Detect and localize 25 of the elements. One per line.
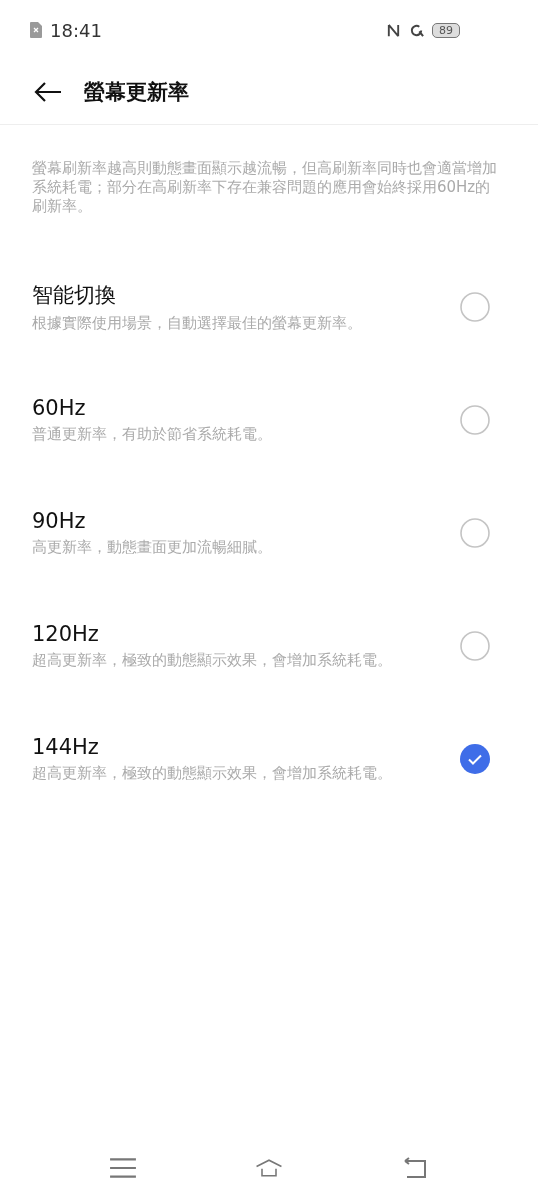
option-subtitle: 根據實際使用場景，自動選擇最佳的螢幕更新率。	[32, 312, 363, 333]
status-time: 18:41	[50, 19, 102, 41]
option-title[interactable]: 144Hz	[32, 734, 460, 759]
option-subtitle: 高更新率，動態畫面更加流暢細膩。	[32, 536, 273, 557]
sim-icon	[30, 22, 42, 38]
back-icon[interactable]	[34, 81, 62, 103]
radio-button[interactable]	[460, 404, 490, 435]
menu-icon[interactable]	[109, 1157, 137, 1179]
option-title[interactable]: 90Hz	[32, 508, 460, 533]
option-subtitle: 普通更新率，有助於節省系統耗電。	[32, 423, 273, 444]
option-subtitle: 超高更新率，極致的動態顯示效果，會增加系統耗電。	[32, 762, 393, 783]
radio-button[interactable]	[460, 630, 490, 661]
radio-button[interactable]	[460, 517, 490, 548]
page-title: 螢幕更新率	[84, 79, 189, 106]
nfc-icon	[386, 22, 401, 38]
sync-icon	[409, 22, 424, 38]
option-subtitle: 超高更新率，極致的動態顯示效果，會增加系統耗電。	[32, 649, 393, 670]
description-text: 螢幕刷新率越高則動態畫面顯示越流暢，但高刷新率同時也會適當增加系統耗電；部分在高刷新率下存在兼容問題的應用會始終採用60Hz的刷新率。	[32, 159, 498, 216]
option-title[interactable]: 120Hz	[32, 621, 460, 646]
option-title[interactable]: 60Hz	[32, 395, 460, 420]
radio-button[interactable]	[460, 743, 490, 774]
battery-indicator: 89	[432, 22, 460, 38]
radio-button[interactable]	[460, 291, 490, 322]
home-icon[interactable]	[255, 1157, 283, 1179]
option-title[interactable]: 智能切換	[32, 280, 460, 309]
